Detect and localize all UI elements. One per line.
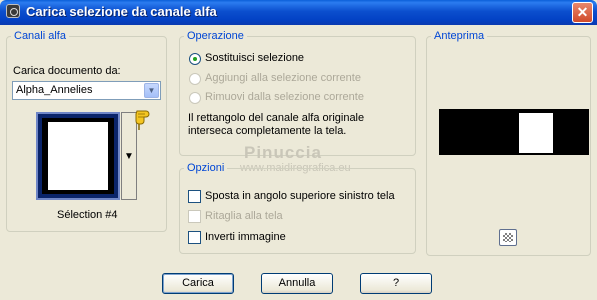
radio-remove-selection[interactable]: [189, 92, 201, 104]
operation-legend: Operazione: [187, 30, 244, 42]
radio-replace-selection[interactable]: [189, 53, 201, 65]
watermark-name: Pinuccia: [244, 143, 322, 162]
checkbox-move-top-left-label[interactable]: Sposta in angolo superiore sinistro tela: [205, 190, 395, 202]
checkbox-invert-image[interactable]: [188, 231, 201, 244]
radio-add-label: Aggiungi alla selezione corrente: [205, 72, 361, 84]
options-legend: Opzioni: [187, 162, 225, 174]
operation-info-line2: interseca completamente la tela.: [188, 125, 347, 137]
title-bar[interactable]: Carica selezione da canale alfa ✕: [0, 0, 597, 25]
cancel-button[interactable]: Annulla: [261, 273, 333, 294]
operation-info-line1: Il rettangolo del canale alfa originale: [188, 112, 365, 124]
load-button[interactable]: Carica: [162, 273, 234, 294]
close-icon[interactable]: ✕: [572, 2, 593, 23]
checkbox-invert-image-label[interactable]: Inverti immagine: [205, 231, 286, 243]
alpha-channels-legend: Canali alfa: [14, 30, 66, 42]
chevron-down-icon[interactable]: ▼: [144, 83, 159, 98]
checkbox-crop-canvas[interactable]: [188, 210, 201, 223]
document-select-value: Alpha_Annelies: [16, 84, 93, 96]
window-title: Carica selezione da canale alfa: [26, 4, 217, 19]
dialog-window: Carica selezione da canale alfa ✕ Canali…: [0, 0, 597, 300]
selection-caption: Sélection #4: [57, 209, 118, 221]
chevron-down-icon: ▼: [124, 151, 134, 162]
selection-thumbnail[interactable]: [36, 112, 120, 200]
load-document-label: Carica documento da:: [13, 65, 121, 77]
preview-canvas: [439, 109, 589, 155]
help-button[interactable]: ?: [360, 273, 432, 294]
pointing-hand-icon: [135, 110, 150, 130]
radio-add-selection[interactable]: [189, 73, 201, 85]
checkbox-move-top-left[interactable]: [188, 190, 201, 203]
app-icon: [6, 4, 20, 18]
preview-legend: Anteprima: [434, 30, 485, 42]
checkbox-crop-canvas-label: Ritaglia alla tela: [205, 210, 283, 222]
document-select[interactable]: Alpha_Annelies ▼: [12, 81, 161, 100]
radio-replace-label[interactable]: Sostituisci selezione: [205, 52, 304, 64]
checkerboard-zoom-icon[interactable]: [499, 229, 517, 246]
radio-remove-label: Rimuovi dalla selezione corrente: [205, 91, 364, 103]
